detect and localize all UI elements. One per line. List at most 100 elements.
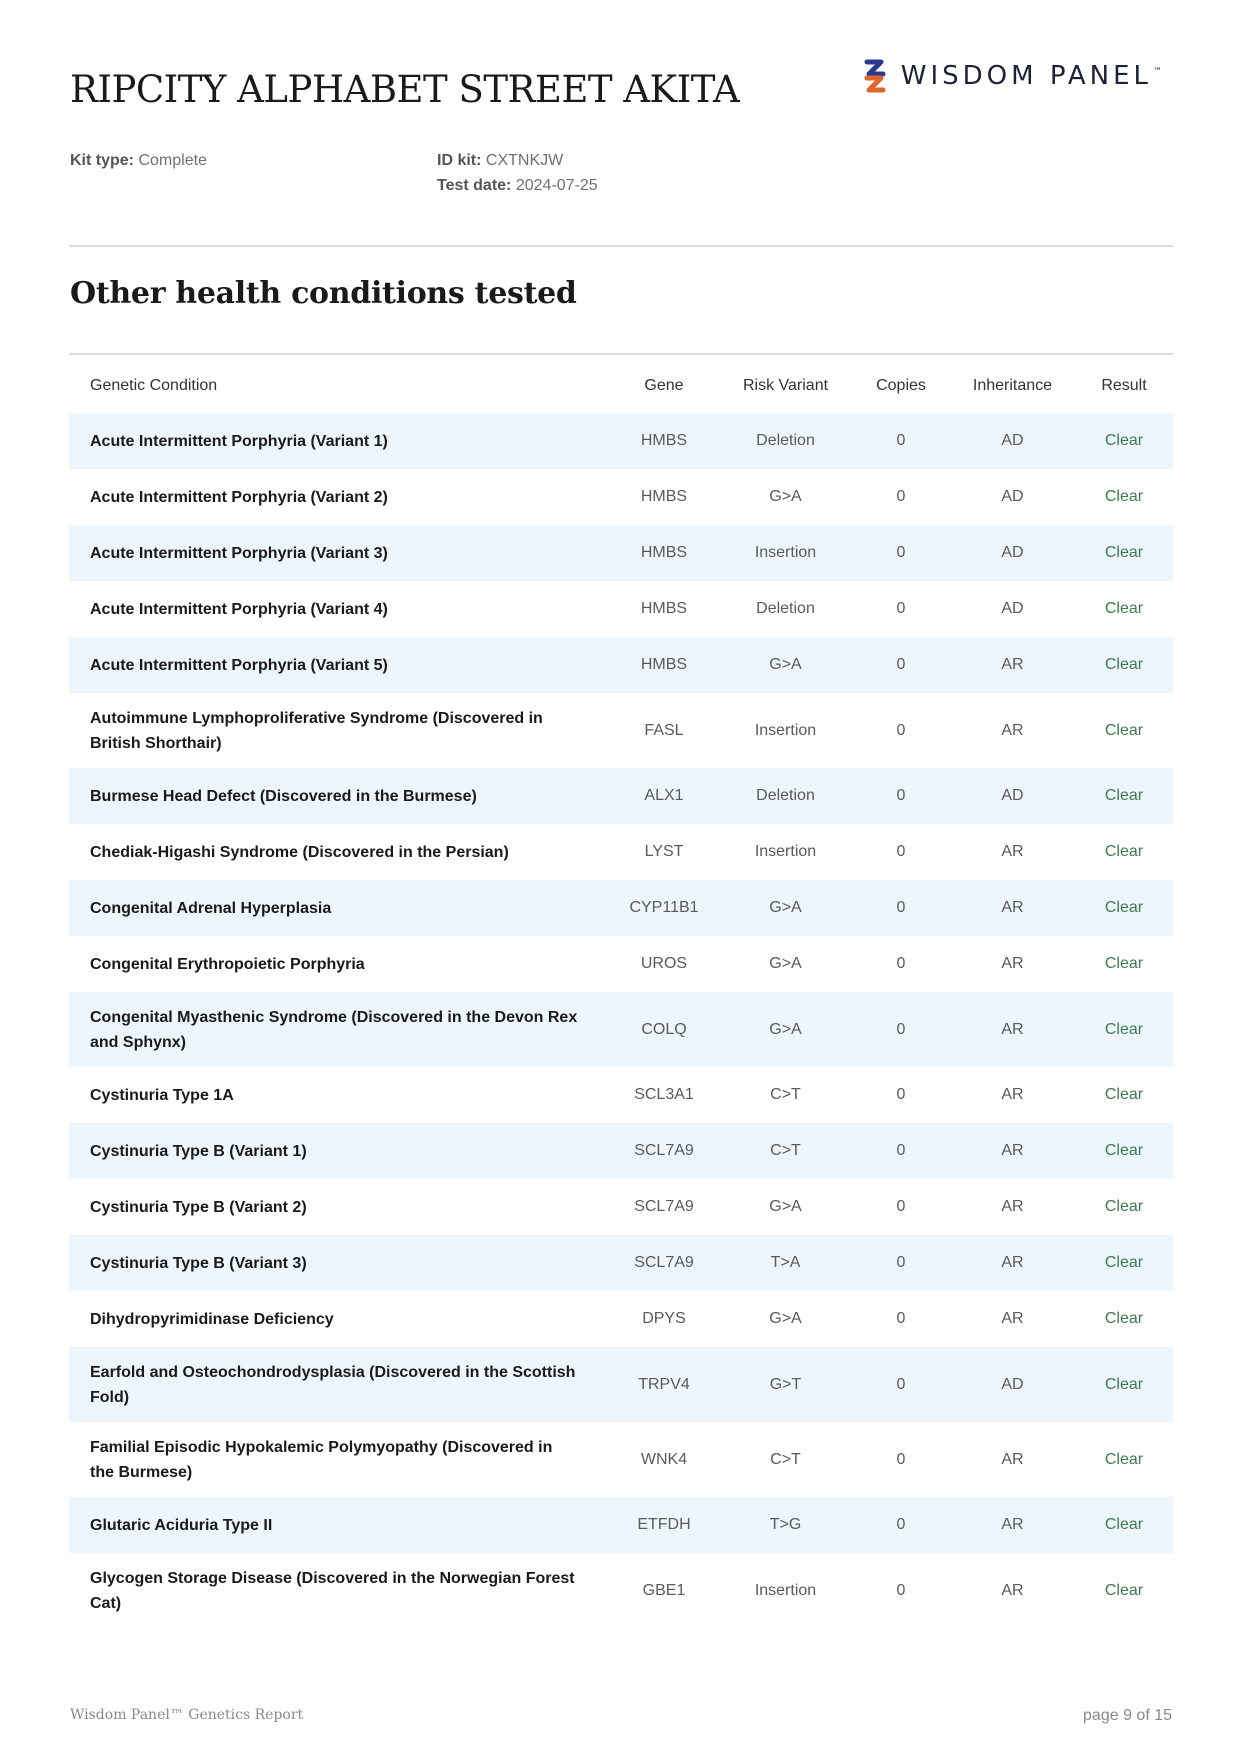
cell-condition: Dihydropyrimidinase Deficiency	[90, 1310, 334, 1328]
cell-inheritance: AD	[950, 413, 1075, 469]
cell-inheritance: AR	[950, 1235, 1075, 1291]
cell-inheritance: AD	[950, 525, 1075, 581]
cell-gene: HMBS	[640, 488, 688, 505]
cell-result: Clear	[1075, 1235, 1173, 1291]
cell-risk-variant: Deletion	[719, 768, 852, 824]
cell-gene: HMBS	[640, 600, 688, 617]
table-row: Earfold and Osteochondrodysplasia (Disco…	[69, 1347, 1173, 1422]
table-row: Congenital Erythropoietic Porphyria UROS G…	[69, 936, 1173, 992]
cell-copies: 0	[896, 843, 906, 860]
table-row: Chediak-Higashi Syndrome (Discovered in …	[69, 824, 1173, 880]
table-row: Glycogen Storage Disease (Discovered in …	[69, 1553, 1173, 1628]
cell-inheritance: AR	[1001, 1310, 1024, 1327]
table-row: Acute Intermittent Porphyria (Variant 4)…	[69, 581, 1173, 637]
cell-result: Clear	[1104, 1198, 1144, 1215]
column-header-copies: Copies	[876, 377, 926, 394]
cell-risk-variant: Deletion	[719, 413, 852, 469]
cell-risk-variant: G>A	[769, 1198, 802, 1215]
cell-condition: Congenital Adrenal Hyperplasia	[69, 880, 609, 936]
cell-inheritance: AR	[1001, 1450, 1024, 1468]
table-row: Familial Episodic Hypokalemic Polymyopat…	[69, 1422, 1173, 1497]
wisdom-panel-logo-mark-icon	[864, 59, 886, 93]
table-row: Dihydropyrimidinase Deficiency DPYS G>A 0 AR…	[69, 1291, 1173, 1347]
cell-copies: 0	[852, 1347, 950, 1422]
cell-condition: Acute Intermittent Porphyria (Variant 2)	[90, 488, 388, 506]
cell-risk-variant: C>T	[770, 1086, 801, 1103]
table-row: Burmese Head Defect (Discovered in the B…	[69, 768, 1173, 824]
table-header-row: Genetic Condition Gene Risk Variant Copi…	[69, 359, 1173, 413]
cell-gene: TRPV4	[609, 1347, 719, 1422]
cell-result: Clear	[1104, 1310, 1144, 1327]
cell-result: Clear	[1104, 1450, 1144, 1468]
cell-result: Clear	[1075, 1497, 1173, 1553]
cell-gene: SCL7A9	[634, 1198, 694, 1215]
cell-condition: Congenital Erythropoietic Porphyria	[90, 955, 365, 973]
cell-result: Clear	[1075, 880, 1173, 936]
column-header-gene: Gene	[644, 377, 684, 394]
cell-gene: FASL	[644, 721, 684, 739]
cell-inheritance: AR	[950, 880, 1075, 936]
cell-result: Clear	[1104, 1581, 1144, 1599]
cell-inheritance: AD	[1001, 600, 1024, 617]
cell-risk-variant: C>T	[719, 1123, 852, 1179]
cell-gene: DPYS	[642, 1310, 686, 1327]
cell-condition: Acute Intermittent Porphyria (Variant 3)	[69, 525, 609, 581]
cell-copies: 0	[896, 1198, 906, 1215]
cell-condition: Burmese Head Defect (Discovered in the B…	[69, 768, 609, 824]
cell-risk-variant: Deletion	[756, 600, 815, 617]
column-header-inheritance: Inheritance	[972, 377, 1053, 394]
table-row: Cystinuria Type 1A SCL3A1 C>T 0 AR Clear	[69, 1067, 1173, 1123]
cell-inheritance: AD	[950, 1347, 1075, 1422]
cell-risk-variant: G>A	[769, 488, 802, 505]
table-row: Cystinuria Type B (Variant 2) SCL7A9 G>A 0 A…	[69, 1179, 1173, 1235]
table-row: Autoimmune Lymphoproliferative Syndrome …	[69, 693, 1173, 768]
wisdom-panel-logo: WISDOM PANEL™	[861, 56, 1162, 96]
table-row: Acute Intermittent Porphyria (Variant 1)…	[69, 413, 1173, 469]
section-title: Other health conditions tested	[70, 276, 577, 311]
cell-inheritance: AR	[1001, 1086, 1024, 1103]
table-top-divider	[69, 353, 1173, 355]
cell-gene: HMBS	[609, 525, 719, 581]
footer-report-name: Wisdom Panel™ Genetics Report	[70, 1707, 304, 1723]
cell-copies: 0	[852, 413, 950, 469]
cell-result: Clear	[1104, 955, 1144, 972]
cell-gene: UROS	[640, 955, 688, 972]
cell-risk-variant: G>A	[719, 880, 852, 936]
cell-condition: Cystinuria Type 1A	[90, 1086, 234, 1104]
cell-inheritance: AD	[1001, 488, 1024, 505]
cell-risk-variant: Insertion	[754, 721, 817, 739]
cell-copies: 0	[852, 637, 950, 693]
cell-inheritance: AR	[1001, 1581, 1024, 1599]
table-row: Congenital Adrenal Hyperplasia CYP11B1 G>A…	[69, 880, 1173, 936]
cell-inheritance: AD	[950, 768, 1075, 824]
cell-inheritance: AR	[950, 992, 1075, 1067]
cell-risk-variant: G>T	[719, 1347, 852, 1422]
table-row: Cystinuria Type B (Variant 1) SCL7A9 C>T 0 A…	[69, 1123, 1173, 1179]
cell-result: Clear	[1075, 637, 1173, 693]
cell-result: Clear	[1075, 1347, 1173, 1422]
cell-result: Clear	[1075, 413, 1173, 469]
cell-gene: WNK4	[640, 1450, 688, 1468]
cell-condition: Familial Episodic Hypokalemic Polymyopat…	[90, 1438, 553, 1481]
cell-risk-variant: G>A	[769, 955, 802, 972]
kit-type-value: Complete	[138, 152, 207, 169]
cell-condition: Acute Intermittent Porphyria (Variant 5)	[69, 637, 609, 693]
cell-result: Clear	[1075, 1123, 1173, 1179]
table-row: Congenital Myasthenic Syndrome (Discover…	[69, 992, 1173, 1067]
cell-inheritance: AR	[1001, 1198, 1024, 1215]
cell-gene: CYP11B1	[609, 880, 719, 936]
cell-condition: Acute Intermittent Porphyria (Variant 4)	[90, 600, 388, 618]
table-row: Acute Intermittent Porphyria (Variant 3)…	[69, 525, 1173, 581]
cell-gene: ALX1	[609, 768, 719, 824]
health-conditions-table: Genetic Condition Gene Risk Variant Copi…	[69, 359, 1173, 1628]
cell-gene: LYST	[644, 843, 684, 860]
cell-risk-variant: G>A	[719, 992, 852, 1067]
column-header-risk-variant: Risk Variant	[742, 377, 829, 394]
header-divider	[69, 245, 1173, 247]
cell-copies: 0	[896, 1450, 906, 1468]
cell-result: Clear	[1104, 1086, 1144, 1103]
cell-risk-variant: Insertion	[719, 525, 852, 581]
cell-inheritance: AR	[950, 1497, 1075, 1553]
cell-risk-variant: G>A	[719, 637, 852, 693]
cell-gene: HMBS	[609, 637, 719, 693]
